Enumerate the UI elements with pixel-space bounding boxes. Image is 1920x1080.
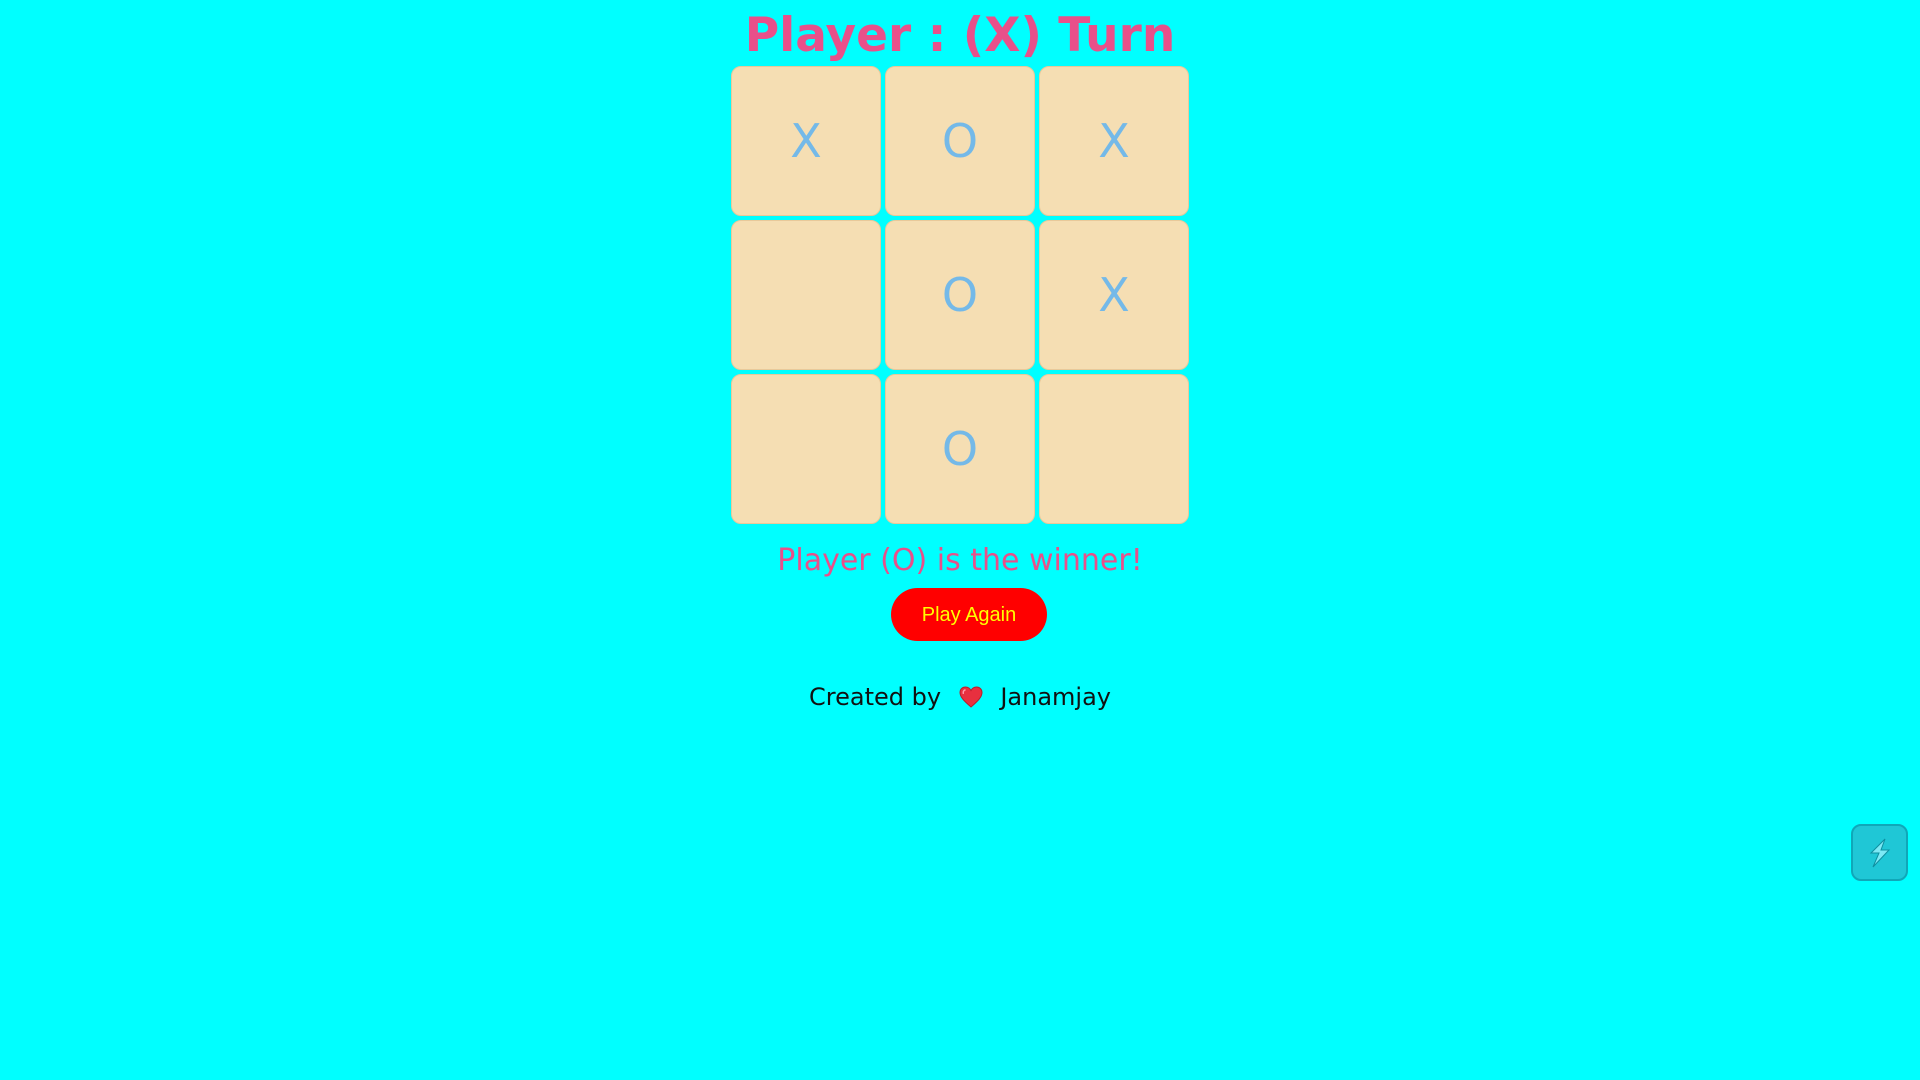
board-cell-3[interactable]: X [1039, 66, 1189, 216]
floating-action-button[interactable] [1851, 824, 1908, 881]
board-cell-2[interactable]: O [885, 66, 1035, 216]
game-board: X O X O X O [731, 66, 1190, 525]
board-cell-7[interactable] [731, 374, 881, 524]
board-cell-5[interactable]: O [885, 220, 1035, 370]
play-again-button[interactable]: Play Again [891, 588, 1047, 641]
board-cell-1[interactable]: X [731, 66, 881, 216]
game-page: Player : (X) Turn X O X O X O Player (O)… [0, 0, 1920, 1080]
lightning-icon [1869, 838, 1890, 867]
winner-message: Player (O) is the winner! [777, 543, 1143, 578]
board-cell-9[interactable] [1039, 374, 1189, 524]
board-cell-8[interactable]: O [885, 374, 1035, 524]
footer-author: Janamjay [1000, 683, 1111, 711]
play-again-wrapper: Play Again [0, 588, 1920, 641]
footer-credit: Created by Janamjay [0, 679, 1920, 715]
heart-icon [959, 686, 983, 708]
board-cell-4[interactable] [731, 220, 881, 370]
footer-prefix: Created by [809, 683, 942, 711]
turn-title: Player : (X) Turn [744, 8, 1176, 63]
board-cell-6[interactable]: X [1039, 220, 1189, 370]
